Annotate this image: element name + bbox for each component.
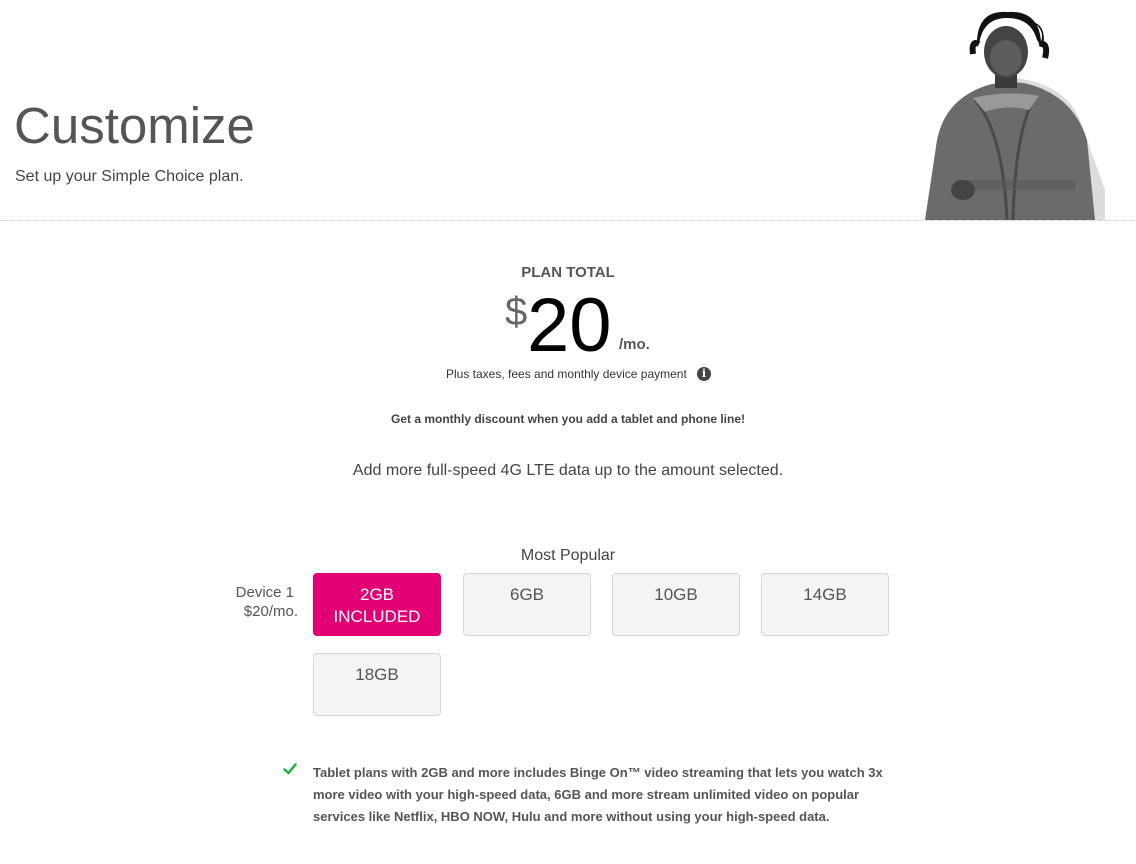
- data-option-label: 2GB: [359, 585, 395, 604]
- data-option-10gb[interactable]: 10GB: [612, 573, 740, 636]
- data-option-sublabel: INCLUDED: [333, 607, 421, 626]
- page-title: Customize: [14, 97, 255, 154]
- discount-text: Get a monthly discount when you add a ta…: [390, 412, 746, 426]
- data-option-18gb[interactable]: 18GB: [313, 653, 441, 716]
- data-option-2gb[interactable]: 2GB INCLUDED: [313, 573, 441, 636]
- taxes-note: Plus taxes, fees and monthly device paym…: [446, 367, 687, 381]
- hero-person-image: [925, 11, 1105, 220]
- data-option-label: 14GB: [803, 585, 847, 604]
- most-popular-label: Most Popular: [520, 547, 616, 564]
- data-option-label: 18GB: [355, 665, 399, 684]
- data-option-14gb[interactable]: 14GB: [761, 573, 889, 636]
- add-more-text: Add more full-speed 4G LTE data up to th…: [352, 462, 784, 479]
- hero-banner: Customize Set up your Simple Choice plan…: [0, 0, 1136, 221]
- device-label: Device 1: [235, 584, 294, 601]
- data-option-6gb[interactable]: 6GB: [463, 573, 591, 636]
- data-option-label: 10GB: [654, 585, 698, 604]
- device-price: $20/mo.: [243, 603, 298, 620]
- plan-total-label: PLAN TOTAL: [521, 264, 615, 281]
- info-icon[interactable]: i: [697, 367, 711, 381]
- check-icon: [283, 763, 297, 775]
- binge-on-note: Tablet plans with 2GB and more includes …: [313, 765, 883, 824]
- price-period: /mo.: [619, 336, 650, 353]
- price-amount: 20: [527, 283, 612, 368]
- data-option-label: 6GB: [509, 585, 545, 604]
- page-subtitle: Set up your Simple Choice plan.: [15, 168, 244, 185]
- price-currency: $: [505, 290, 528, 334]
